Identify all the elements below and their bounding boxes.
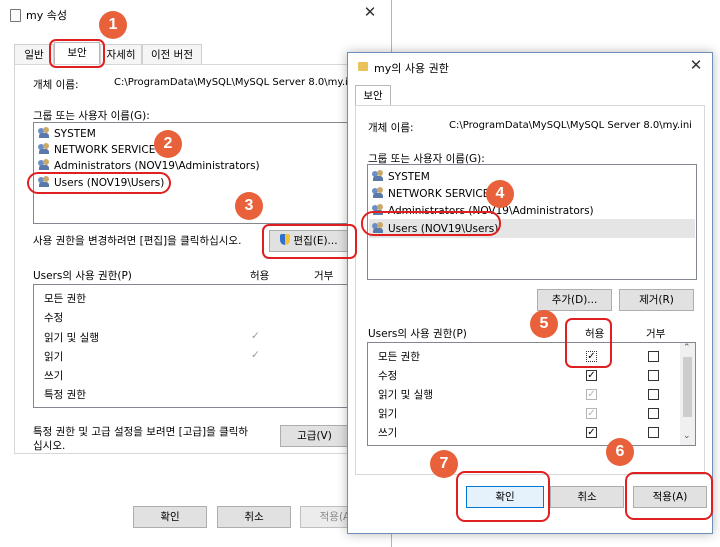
scroll-up-icon[interactable]: ⌃	[683, 343, 691, 353]
permission-name: 수정	[378, 370, 398, 382]
permission-name: 쓰기	[378, 427, 398, 439]
step-badge-3: 3	[235, 192, 263, 220]
step-badge-5: 5	[530, 310, 558, 338]
allow-write-checkbox[interactable]: ✓	[586, 427, 597, 438]
users-icon	[38, 159, 51, 170]
permission-name: 쓰기	[44, 370, 64, 382]
deny-read-execute-checkbox[interactable]	[648, 389, 659, 400]
allow-modify-checkbox[interactable]: ✓	[586, 370, 597, 381]
step-badge-6: 6	[606, 438, 634, 466]
deny-write-checkbox[interactable]	[648, 427, 659, 438]
add-button[interactable]: 추가(D)...	[537, 289, 612, 311]
permissions-label: Users의 사용 권한(P)	[33, 270, 132, 282]
deny-read-checkbox[interactable]	[648, 408, 659, 419]
permissions-window: my의 사용 권한 ✕ 보안 개체 이름: C:\ProgramData\MyS…	[347, 52, 713, 534]
advanced-button[interactable]: 고급(V)	[280, 425, 349, 447]
deny-full-control-checkbox[interactable]	[648, 351, 659, 362]
permissions-titlebar: my의 사용 권한 ✕	[348, 53, 712, 81]
users-icon	[38, 143, 51, 154]
step-badge-4: 4	[486, 180, 514, 208]
scroll-thumb[interactable]	[683, 357, 692, 417]
permissions-list: 모든 권한 수정 읽기 및 실행 읽기 쓰기 특정 권한 ✓ ✓	[33, 284, 369, 408]
ok-button[interactable]: 확인	[133, 506, 207, 528]
highlight-security-tab	[49, 39, 105, 68]
permissions-list: 모든 권한 수정 읽기 및 실행 읽기 쓰기 ✓ ✓ ✓ ✓ ✓ ⌃ ⌄	[367, 342, 696, 446]
allow-header: 허용	[250, 270, 270, 282]
highlight-allow-full-control	[565, 318, 612, 368]
change-permission-text: 사용 권한을 변경하려면 [편집]을 클릭하십시오.	[33, 235, 242, 247]
list-item[interactable]: SYSTEM	[372, 169, 430, 185]
allow-read-execute-checkbox[interactable]: ✓	[586, 389, 597, 400]
properties-titlebar: my 속성 ✕	[0, 0, 391, 28]
advanced-text: 특정 권한 및 고급 설정을 보려면 [고급]을 클릭하 십시오.	[33, 426, 249, 452]
permission-name: 특정 권한	[44, 389, 86, 401]
users-icon	[38, 127, 51, 138]
tab-details[interactable]: 자세히	[100, 44, 142, 64]
tab-previous-versions[interactable]: 이전 버전	[142, 44, 202, 64]
highlight-users-item	[27, 172, 171, 194]
close-icon[interactable]: ✕	[358, 3, 382, 21]
permission-name: 읽기	[44, 351, 64, 363]
properties-window: my 속성 ✕ 일반 보안 자세히 이전 버전 개체 이름: C:\Progra…	[0, 0, 392, 547]
list-item[interactable]: NETWORK SERVICE	[38, 142, 155, 158]
group-label: 그룹 또는 사용자 이름(G):	[33, 110, 150, 122]
cancel-button[interactable]: 취소	[217, 506, 291, 528]
tab-general[interactable]: 일반	[14, 44, 54, 64]
permissions-label: Users의 사용 권한(P)	[368, 328, 467, 340]
highlight-ok-button	[456, 471, 550, 522]
permission-name: 수정	[44, 312, 64, 324]
permission-name: 모든 권한	[378, 351, 420, 363]
scrollbar[interactable]: ⌃ ⌄	[680, 343, 695, 445]
step-badge-7: 7	[430, 450, 458, 478]
highlight-edit-button	[262, 224, 357, 259]
check-icon: ✓	[251, 349, 260, 361]
users-icon	[372, 187, 385, 198]
users-icon	[372, 170, 385, 181]
check-icon: ✓	[251, 330, 260, 342]
deny-modify-checkbox[interactable]	[648, 370, 659, 381]
deny-header: 거부	[646, 328, 666, 340]
scroll-down-icon[interactable]: ⌄	[683, 431, 691, 441]
highlight-apply-button	[625, 472, 713, 520]
permission-name: 읽기 및 실행	[378, 389, 433, 401]
remove-button[interactable]: 제거(R)	[619, 289, 694, 311]
close-icon[interactable]: ✕	[684, 56, 708, 74]
object-name-label: 개체 이름:	[368, 122, 414, 134]
allow-read-checkbox[interactable]: ✓	[586, 408, 597, 419]
object-name-label: 개체 이름:	[33, 79, 79, 91]
cancel-button[interactable]: 취소	[550, 486, 624, 508]
folder-icon	[358, 62, 368, 71]
deny-header: 거부	[314, 270, 334, 282]
permission-name: 읽기	[378, 408, 398, 420]
step-badge-2: 2	[154, 130, 182, 158]
permission-name: 읽기 및 실행	[44, 332, 99, 344]
object-name-value: C:\ProgramData\MySQL\MySQL Server 8.0\my…	[449, 120, 692, 131]
window-title: my의 사용 권한	[374, 62, 449, 75]
list-item[interactable]: NETWORK SERVICE	[372, 186, 489, 202]
window-title: my 속성	[26, 9, 67, 22]
highlight-users-item-front	[361, 211, 501, 236]
permission-name: 모든 권한	[44, 293, 86, 305]
step-badge-1: 1	[99, 11, 127, 39]
file-icon	[10, 9, 21, 22]
list-item[interactable]: SYSTEM	[38, 126, 96, 142]
tab-security[interactable]: 보안	[355, 85, 391, 107]
